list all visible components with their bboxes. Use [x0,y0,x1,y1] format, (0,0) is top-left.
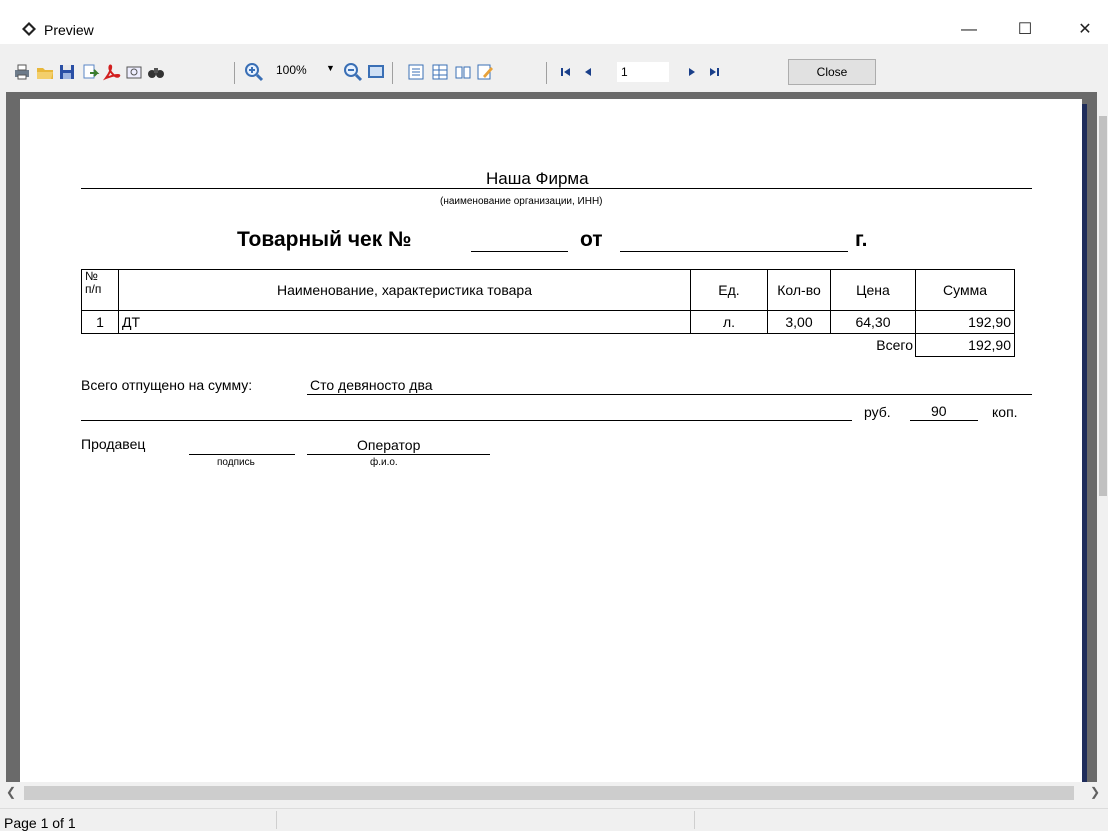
organization-name: Наша Фирма [486,169,589,188]
edit-icon[interactable] [475,62,495,82]
zoom-out-icon[interactable] [343,62,363,82]
items-table: № п/п Наименование, характеристика товар… [81,269,1015,357]
row-name: ДТ [118,310,691,334]
signature-line [189,454,295,455]
status-divider [694,811,695,829]
header-price: Цена [830,269,916,311]
pdf-icon[interactable] [102,62,122,82]
last-page-icon[interactable] [704,62,724,82]
maximize-button[interactable]: ☐ [1002,16,1048,44]
title-bar: Preview — ☐ ✕ [0,0,1108,44]
header-unit: Ед. [690,269,768,311]
close-preview-button[interactable]: Close [788,59,876,85]
page-setup-icon[interactable] [453,62,473,82]
minimize-button[interactable]: — [946,16,992,44]
thumbnails-icon[interactable] [430,62,450,82]
zoom-in-icon[interactable] [244,62,264,82]
released-label: Всего отпущено на сумму: [81,377,253,393]
previous-page-icon[interactable] [578,62,598,82]
total-row: Всего 192,90 [82,333,1015,357]
vertical-scroll-thumb[interactable] [1099,116,1107,496]
find-icon[interactable] [146,62,166,82]
row-num: 1 [81,310,119,334]
total-label: Всего [876,337,913,354]
toolbar-separator [546,62,547,84]
outline-icon[interactable] [406,62,426,82]
page-number-input[interactable]: 1 [617,62,669,82]
print-icon[interactable] [12,62,32,82]
toolbar: 100% ▼ 1 Close [0,56,1108,90]
operator-name: Оператор [357,437,421,453]
preview-app-icon [22,22,36,36]
export-icon[interactable] [80,62,100,82]
horizontal-scroll-thumb[interactable] [24,786,1074,800]
zoom-select[interactable]: 100% ▼ [276,63,342,83]
email-icon[interactable] [124,62,144,82]
row-qty: 3,00 [767,310,831,334]
organization-caption: (наименование организации, ИНН) [440,196,603,207]
receipt-number-blank [471,251,568,252]
kop-value: 90 [931,403,947,419]
released-words: Сто девяносто два [310,377,433,393]
vertical-scrollbar[interactable] [1097,92,1108,782]
total-value: 192,90 [915,333,1015,357]
kop-label: коп. [992,404,1018,420]
status-divider [276,811,277,829]
toolbar-separator [234,62,235,84]
receipt-date-blank [620,251,848,252]
header-num: № п/п [81,269,119,311]
row-sum: 192,90 [915,310,1015,334]
kop-underline [910,420,978,421]
scroll-right-icon[interactable]: ❯ [1090,785,1100,799]
org-underline [81,188,1032,189]
page-info: Page 1 of 1 [4,815,76,831]
header-qty: Кол-во [767,269,831,311]
full-screen-icon[interactable] [366,62,386,82]
receipt-from-word: от [580,228,603,251]
seller-label: Продавец [81,436,146,452]
open-folder-icon[interactable] [35,62,55,82]
signature-caption: подпись [217,457,255,468]
fio-line [307,454,490,455]
fio-caption: ф.и.о. [370,457,398,468]
window-title: Preview [44,22,94,38]
horizontal-scrollbar[interactable]: ❮ ❯ [0,782,1108,804]
toolbar-separator [392,62,393,84]
next-page-icon[interactable] [682,62,702,82]
released-words-underline [307,394,1032,395]
header-sum: Сумма [915,269,1015,311]
row-unit: л. [690,310,768,334]
scroll-left-icon[interactable]: ❮ [6,785,16,799]
table-header-row: № п/п Наименование, характеристика товар… [81,269,1015,311]
row-price: 64,30 [830,310,916,334]
released-second-line [81,420,852,421]
save-icon[interactable] [57,62,77,82]
rub-label: руб. [864,404,891,420]
receipt-title: Товарный чек № [237,228,412,251]
table-row: 1 ДТ л. 3,00 64,30 192,90 [81,310,1015,334]
header-name: Наименование, характеристика товара [118,269,691,311]
zoom-value: 100% [276,63,307,77]
chevron-down-icon: ▼ [326,63,335,73]
status-bar: Page 1 of 1 [0,808,1108,831]
close-window-button[interactable]: ✕ [1062,16,1108,44]
first-page-icon[interactable] [556,62,576,82]
receipt-year-suffix: г. [855,228,868,251]
